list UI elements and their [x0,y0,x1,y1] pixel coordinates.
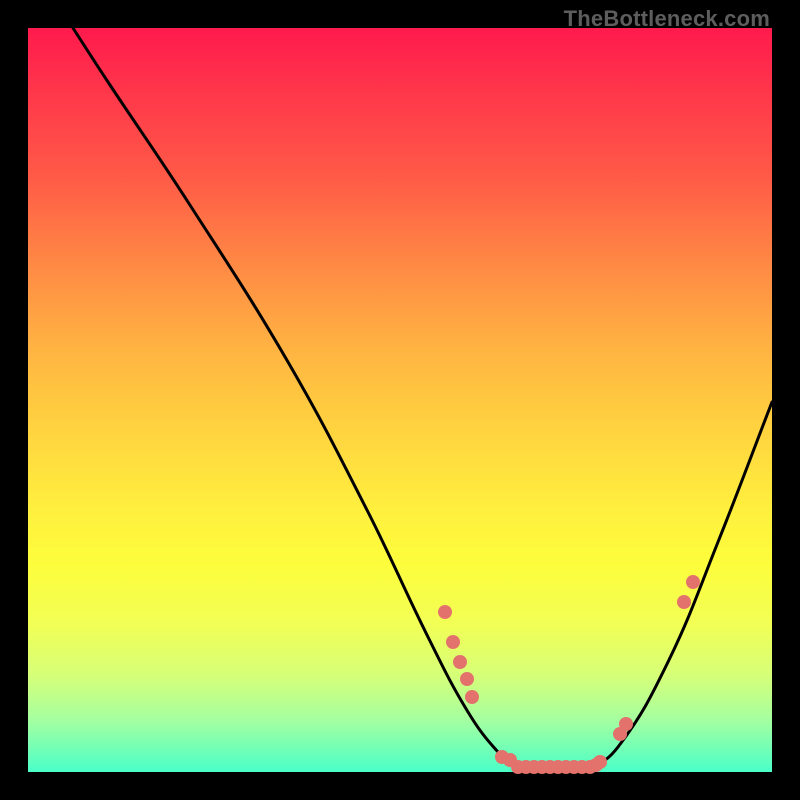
watermark-text: TheBottleneck.com [564,6,770,32]
data-marker [619,717,633,731]
bottleneck-curve [73,28,772,771]
plot-area [28,28,772,772]
chart-svg [28,28,772,772]
data-marker [438,605,452,619]
data-marker [593,755,607,769]
data-marker [446,635,460,649]
data-marker [453,655,467,669]
data-marker [686,575,700,589]
data-marker [465,690,479,704]
data-marker [460,672,474,686]
data-marker [677,595,691,609]
